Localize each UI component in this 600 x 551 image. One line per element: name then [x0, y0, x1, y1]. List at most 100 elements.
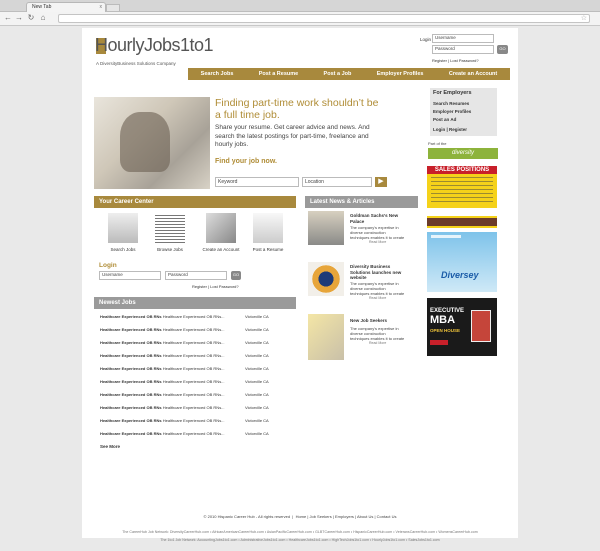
browse-jobs-icon[interactable]: [155, 213, 185, 243]
table-row[interactable]: Healthcare Experienced OB RNs Healthcare…: [100, 379, 300, 389]
job-location: Victorville CA: [245, 418, 269, 423]
table-row[interactable]: Healthcare Experienced OB RNs Healthcare…: [100, 353, 300, 363]
back-icon[interactable]: ←: [4, 14, 12, 22]
table-row[interactable]: Healthcare Experienced OB RNs Healthcare…: [100, 314, 300, 324]
login-password-input[interactable]: Password: [165, 271, 227, 280]
cc-browse-jobs-label[interactable]: Browse Jobs: [145, 247, 195, 252]
job-title[interactable]: Healthcare Experienced OB RNs: [100, 418, 162, 423]
header-account-links: Register | Lost Password?: [432, 58, 479, 63]
nav-search-jobs[interactable]: Search Jobs: [201, 71, 234, 77]
login-lost-password-link[interactable]: Lost Password?: [210, 284, 238, 289]
tab-close-icon[interactable]: x: [100, 3, 103, 12]
login-title: Login: [99, 262, 117, 269]
login-register-link[interactable]: Register: [192, 284, 207, 289]
nav-create-account[interactable]: Create an Account: [449, 71, 497, 77]
new-tab-button[interactable]: [106, 4, 120, 11]
part-of-label: Part of the: [428, 141, 447, 146]
footer-home-link[interactable]: Home: [296, 514, 307, 519]
job-title[interactable]: Healthcare Experienced OB RNs: [100, 366, 162, 371]
header-register-link[interactable]: Register: [432, 58, 447, 63]
footer-employers-link[interactable]: Employers: [335, 514, 354, 519]
diversity-badge[interactable]: diversity: [428, 148, 498, 159]
job-desc: Healthcare Experienced OB RNs...: [162, 392, 225, 397]
table-row[interactable]: Healthcare Experienced OB RNs Healthcare…: [100, 431, 300, 441]
home-icon[interactable]: ⌂: [39, 14, 47, 22]
employers-login-link[interactable]: Login: [433, 127, 445, 132]
job-desc: Healthcare Experienced OB RNs...: [162, 340, 225, 345]
news-read-more[interactable]: Read More: [369, 296, 386, 300]
table-row[interactable]: Healthcare Experienced OB RNs Healthcare…: [100, 418, 300, 428]
table-row[interactable]: Healthcare Experienced OB RNs Healthcare…: [100, 340, 300, 350]
employers-post-ad[interactable]: Post an Ad: [433, 117, 456, 122]
news-item-body: The company’s expertise in diverse const…: [350, 281, 405, 296]
job-desc: Healthcare Experienced OB RNs...: [162, 418, 225, 423]
nav-post-job[interactable]: Post a Job: [324, 71, 352, 77]
job-desc: Healthcare Experienced OB RNs...: [162, 353, 225, 358]
bookmark-star-icon[interactable]: ☆: [581, 14, 587, 22]
job-title[interactable]: Healthcare Experienced OB RNs: [100, 379, 162, 384]
news-read-more[interactable]: Read More: [369, 240, 386, 244]
login-username-input[interactable]: Username: [99, 271, 161, 280]
ad-diversey[interactable]: Diversey: [427, 232, 497, 292]
employers-search-resumes[interactable]: Search Resumes: [433, 101, 469, 106]
header-go-button[interactable]: GO: [497, 45, 508, 54]
job-title[interactable]: Healthcare Experienced OB RNs: [100, 392, 162, 397]
news-item-title[interactable]: New Job Seekers: [350, 318, 405, 324]
footer-contact-link[interactable]: Contact Us: [377, 514, 397, 519]
tab-title: New Tab: [32, 4, 52, 10]
see-more-link[interactable]: See More: [100, 444, 120, 449]
cc-post-resume-label[interactable]: Post a Resume: [243, 247, 293, 252]
ad-executive-mba[interactable]: EXECUTIVE MBA OPEN HOUSE: [427, 298, 497, 356]
reload-icon[interactable]: ↻: [27, 14, 35, 22]
cc-create-account-label[interactable]: Create an Account: [196, 247, 246, 252]
job-location: Victorville CA: [245, 392, 269, 397]
nav-employer-profiles[interactable]: Employer Profiles: [377, 71, 424, 77]
hero-person-figure: [120, 112, 170, 172]
ad-sales-photo-strip: [427, 218, 497, 226]
table-row[interactable]: Healthcare Experienced OB RNs Healthcare…: [100, 327, 300, 337]
table-row[interactable]: Healthcare Experienced OB RNs Healthcare…: [100, 366, 300, 376]
create-account-icon[interactable]: [206, 213, 236, 243]
news-image[interactable]: [308, 314, 344, 360]
job-title[interactable]: Healthcare Experienced OB RNs: [100, 327, 162, 332]
news-read-more[interactable]: Read More: [369, 341, 386, 345]
table-row[interactable]: Healthcare Experienced OB RNs Healthcare…: [100, 392, 300, 402]
news-item-title[interactable]: Goldman Sachs’s New Palace: [350, 213, 405, 224]
main-nav: Search Jobs Post a Resume Post a Job Emp…: [188, 68, 510, 80]
forward-icon[interactable]: →: [15, 14, 23, 22]
ad-sales-positions[interactable]: SALES POSITIONS: [427, 166, 497, 228]
logo-subtitle: A DiversityBusiness Solutions Company: [96, 61, 176, 66]
footer-about-link[interactable]: About Us: [357, 514, 373, 519]
site-logo[interactable]: HourlyJobs1to1: [95, 35, 214, 56]
employers-profiles[interactable]: Employer Profiles: [433, 109, 471, 114]
job-title[interactable]: Healthcare Experienced OB RNs: [100, 405, 162, 410]
nav-post-resume[interactable]: Post a Resume: [259, 71, 298, 77]
news-item-title[interactable]: Diversity Business Solutions launches ne…: [350, 264, 405, 281]
keyword-input[interactable]: Keyword: [215, 177, 299, 187]
job-title[interactable]: Healthcare Experienced OB RNs: [100, 314, 162, 319]
footer-job-seekers-link[interactable]: Job Seekers: [310, 514, 332, 519]
news-image[interactable]: [308, 262, 344, 296]
ad-mba-big: MBA: [430, 314, 456, 326]
location-input[interactable]: Location: [302, 177, 372, 187]
header-password-input[interactable]: Password: [432, 45, 494, 54]
header-lost-password-link[interactable]: Lost Password?: [450, 58, 478, 63]
job-title[interactable]: Healthcare Experienced OB RNs: [100, 340, 162, 345]
header-username-input[interactable]: Username: [432, 34, 494, 43]
employers-register-link[interactable]: Register: [449, 127, 467, 132]
search-jobs-icon[interactable]: [108, 213, 138, 243]
post-resume-icon[interactable]: [253, 213, 283, 243]
hero-cta: Find your job now.: [215, 158, 277, 165]
news-image[interactable]: [308, 211, 344, 245]
job-desc: Healthcare Experienced OB RNs...: [162, 366, 225, 371]
job-title[interactable]: Healthcare Experienced OB RNs: [100, 431, 162, 436]
search-arrow-icon[interactable]: ▶: [375, 177, 387, 187]
ad-diversey-logo: Diversey: [441, 270, 479, 280]
table-row[interactable]: Healthcare Experienced OB RNs Healthcare…: [100, 405, 300, 415]
login-go-button[interactable]: GO: [231, 271, 241, 280]
address-bar[interactable]: ☆: [58, 14, 590, 23]
job-title[interactable]: Healthcare Experienced OB RNs: [100, 353, 162, 358]
browser-tab[interactable]: New Tab x: [26, 2, 106, 12]
cc-search-jobs-label[interactable]: Search Jobs: [98, 247, 148, 252]
newest-jobs-header: Newest Jobs: [94, 297, 296, 309]
